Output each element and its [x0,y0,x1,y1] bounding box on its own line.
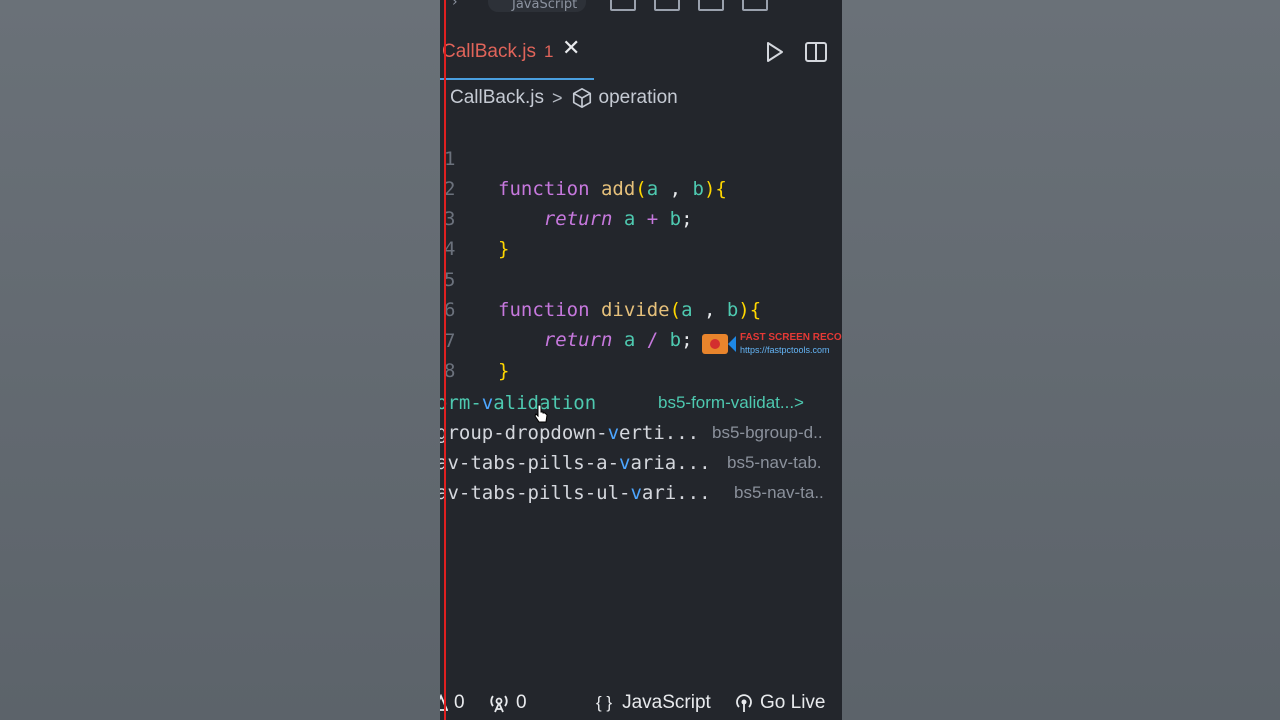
match-highlight: v [607,422,620,444]
suggestion-item[interactable]: av-tabs-pills-a-varia... bs5-nav-tab. [440,448,842,478]
label-text: ari... [641,482,711,504]
label-text: erti... [619,422,700,444]
tab-callback-js[interactable]: CallBack.js 1 ✕ [440,26,594,80]
code-line: 6 return a / b; [440,265,842,351]
code-line-active: 9 function operation(a , b, v) [440,356,842,446]
match-highlight: v [630,482,642,504]
suggestion-detail: bs5-nav-ta.. [734,483,824,502]
status-bar: 0 0 { } JavaScript Go Live [440,686,842,720]
watermark-title: FAST SCREEN RECOR [740,332,842,343]
recording-guide-line [444,0,446,720]
suggestion-label: av-tabs-pills-ul-vari... [440,478,711,508]
suggestion-label: av-tabs-pills-a-varia... [440,448,711,478]
tab-bar: CallBack.js 1 ✕ [440,26,842,80]
watermark: FAST SCREEN RECOR https://fastpctools.co… [702,330,842,360]
editor-window: › JavaScript CallBack.js 1 ✕ CallBack.js… [440,0,842,720]
breadcrumb-file[interactable]: CallBack.js [450,87,544,109]
suggestion-item[interactable]: orm-validation bs5-form-validat...> [440,388,842,418]
run-icon[interactable] [762,40,786,64]
code-line: 1 function add(a , b){ [440,114,842,200]
breadcrumb-symbol[interactable]: operation [599,87,678,109]
grid-icon[interactable] [742,0,768,11]
camera-icon [728,336,736,352]
label-text: av-tabs-pills-a- [440,452,620,474]
ports-count: 0 [516,692,527,713]
broadcast-icon [490,695,508,713]
code-line: 2 return a + b; [440,144,842,230]
sidebar-icon[interactable] [698,0,724,11]
layout-icon[interactable] [610,0,636,11]
status-ports[interactable]: 0 [488,692,527,714]
close-icon[interactable]: ✕ [562,36,580,61]
suggestion-detail: bs5-form-validat...> [658,393,804,412]
language-pill[interactable]: JavaScript [488,0,586,12]
cube-icon [572,88,591,108]
code-line: 7 } [440,296,842,382]
label-text: av-tabs-pills-ul- [440,482,631,504]
top-toolbar: › JavaScript [440,0,842,16]
panel-icon[interactable] [654,0,680,11]
suggestion-label: group-dropdown-verti... [440,418,699,448]
mouse-pointer-icon [534,404,548,423]
background-left [0,0,440,720]
language-label: JavaScript [622,692,711,713]
radio-tower-icon [736,694,752,712]
suggestion-item[interactable]: group-dropdown-verti... bs5-bgroup-d.. [440,418,842,448]
breadcrumb: CallBack.js > operation [440,84,678,112]
code-line: 4 [440,204,842,260]
status-go-live[interactable]: Go Live [734,692,825,714]
chevron-right-icon[interactable]: › [452,0,458,10]
label-text: group-dropdown- [440,422,608,444]
status-language[interactable]: { } JavaScript [596,692,711,714]
recorder-icon [702,334,728,354]
suggestion-widget: orm-validation bs5-form-validat...> grou… [440,388,842,510]
suggestion-detail: bs5-bgroup-d.. [712,423,823,442]
tab-filename: CallBack.js [442,41,536,62]
suggestion-detail: bs5-nav-tab. [727,453,822,472]
match-highlight: v [481,392,494,414]
match-highlight: v [619,452,631,474]
suggestion-label: orm-validation [440,388,596,418]
watermark-url: https://fastpctools.com [740,345,830,355]
split-editor-icon[interactable] [804,40,828,64]
code-line: 3 } [440,174,842,260]
braces-icon: { } [596,693,613,712]
errors-count: 0 [454,692,465,713]
label-text: orm- [440,392,482,414]
layout-icons [610,0,768,11]
tab-problem-count: 1 [543,42,554,61]
suggestion-item[interactable]: av-tabs-pills-ul-vari... bs5-nav-ta.. [440,478,842,508]
go-live-label: Go Live [760,692,826,713]
code-line: 5 function divide(a , b){ [440,235,842,321]
label-text: aria... [630,452,711,474]
chevron-right-icon: > [551,87,563,108]
background-right [842,0,1280,720]
